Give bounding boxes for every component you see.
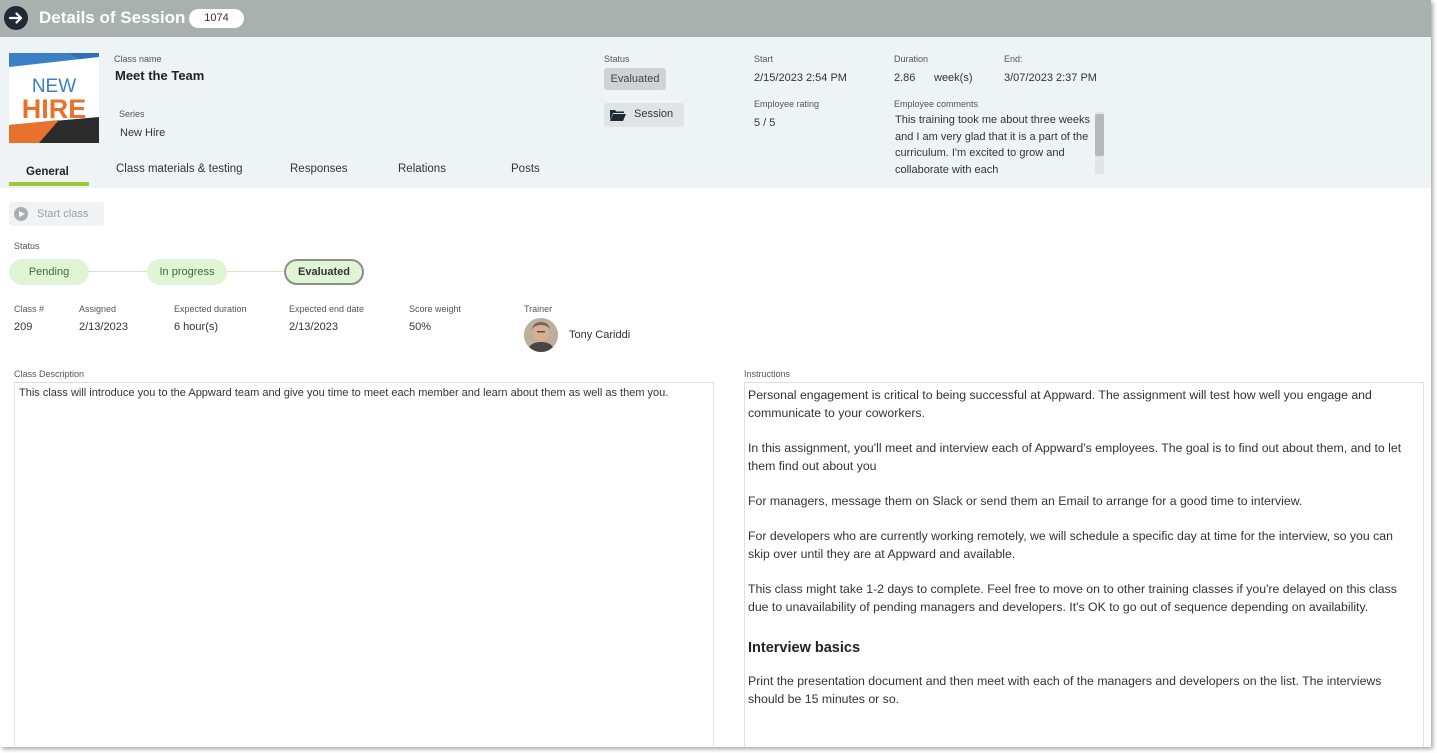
trainer-name: Tony Cariddi: [569, 329, 631, 341]
instructions-paragraph: In this assignment, you'll meet and inte…: [748, 441, 1402, 473]
employee-rating-value: 5 / 5: [754, 117, 776, 129]
series-value: New Hire: [120, 127, 166, 139]
class-description-box[interactable]: This class will introduce you to the App…: [14, 382, 714, 747]
arrow-right-icon: [8, 12, 23, 24]
step-pending: Pending: [9, 259, 89, 285]
end-label: End:: [1004, 54, 1023, 64]
status-badge: Evaluated: [604, 68, 666, 90]
session-button[interactable]: Session: [604, 103, 684, 127]
score-weight-value: 50%: [409, 321, 432, 333]
progress-status-label: Status: [14, 241, 40, 251]
start-value: 2/15/2023 2:54 PM: [754, 72, 847, 84]
session-header: NEW HIRE Class name Meet the Team Series…: [0, 37, 1431, 188]
instructions-paragraph: Personal engagement is critical to being…: [748, 388, 1372, 420]
expected-end-label: Expected end date: [289, 304, 365, 314]
duration-label: Duration: [894, 54, 929, 64]
tab-general[interactable]: General: [26, 166, 69, 178]
play-icon: [14, 207, 28, 221]
class-number-label: Class #: [14, 304, 45, 314]
svg-text:HIRE: HIRE: [22, 94, 87, 124]
end-value: 3/07/2023 2:37 PM: [1004, 72, 1097, 84]
score-weight-label: Score weight: [409, 304, 462, 314]
class-name-label: Class name: [114, 54, 162, 64]
start-class-label: Start class: [37, 208, 89, 220]
window-title: Details of Session: [39, 8, 186, 27]
tab-relations[interactable]: Relations: [398, 163, 446, 175]
instructions-paragraph: Print the presentation document and then…: [748, 674, 1382, 706]
step-evaluated: Evaluated: [284, 259, 364, 285]
session-id-badge: 1074: [189, 9, 244, 28]
trainer-label: Trainer: [524, 304, 553, 314]
instructions-paragraph: For managers, message them on Slack or s…: [748, 494, 1303, 508]
instructions-box[interactable]: Personal engagement is critical to being…: [744, 382, 1424, 747]
class-name: Meet the Team: [115, 68, 205, 83]
assigned-label: Assigned: [79, 304, 117, 314]
class-number-value: 209: [14, 321, 33, 333]
expected-duration-value: 6 hour(s): [174, 321, 219, 333]
comments-scrollbar[interactable]: [1095, 112, 1104, 174]
session-details-window: Details of Session 1074 NEW HIRE Class n…: [0, 0, 1431, 747]
duration-value: 2.86: [894, 72, 916, 84]
folder-open-icon: [610, 110, 626, 121]
employee-comments-label: Employee comments: [894, 99, 979, 109]
scrollbar-thumb[interactable]: [1095, 114, 1104, 156]
active-tab-indicator: [9, 182, 89, 186]
status-label: Status: [604, 54, 630, 64]
instructions-heading: Interview basics: [748, 640, 861, 656]
tab-posts[interactable]: Posts: [511, 163, 540, 175]
employee-rating-label: Employee rating: [754, 99, 820, 109]
back-button[interactable]: [4, 6, 28, 30]
step-in-progress: In progress: [147, 259, 227, 285]
start-label: Start: [754, 54, 774, 64]
class-description-text: This class will introduce you to the App…: [19, 387, 669, 399]
employee-comments-text: This training took me about three weeks …: [895, 114, 1091, 174]
instructions-paragraph: For developers who are currently working…: [748, 529, 1393, 561]
expected-duration-label: Expected duration: [174, 304, 247, 314]
tab-class-materials[interactable]: Class materials & testing: [116, 163, 243, 175]
title-bar: Details of Session 1074: [0, 0, 1431, 37]
session-button-label: Session: [634, 108, 674, 120]
trainer-avatar: [524, 318, 558, 352]
series-label: Series: [119, 109, 145, 119]
expected-end-value: 2/13/2023: [289, 321, 338, 333]
instructions-paragraph: This class might take 1-2 days to comple…: [748, 582, 1397, 614]
start-class-button[interactable]: Start class: [9, 202, 104, 226]
new-hire-logo: NEW HIRE: [9, 53, 99, 143]
class-description-label: Class Description: [14, 369, 85, 379]
tab-responses[interactable]: Responses: [290, 163, 348, 175]
instructions-label: Instructions: [744, 369, 791, 379]
duration-unit: week(s): [934, 72, 973, 84]
assigned-value: 2/13/2023: [79, 321, 128, 333]
instructions-content: Personal engagement is critical to being…: [748, 386, 1417, 725]
